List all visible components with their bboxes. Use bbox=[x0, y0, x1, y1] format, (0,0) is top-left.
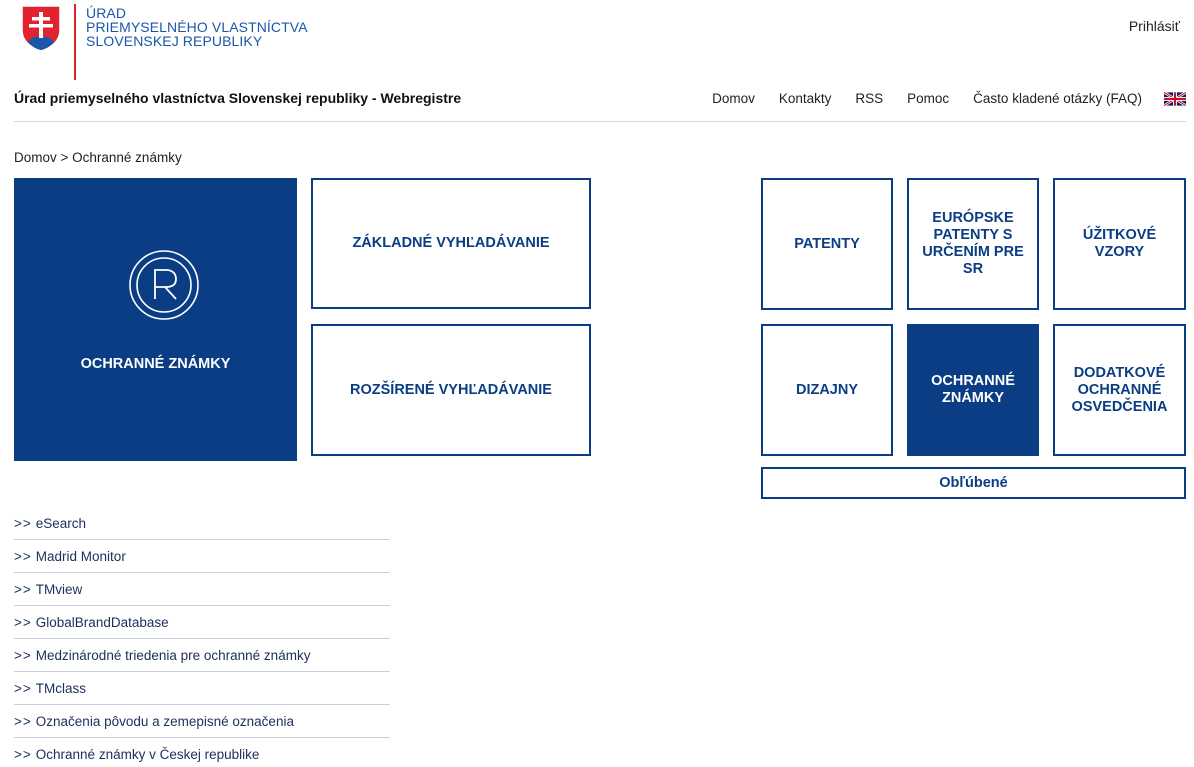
link-international-classification[interactable]: >> Medzinárodné triedenia pre ochranné zn… bbox=[14, 639, 390, 672]
logo-text: ÚRAD PRIEMYSELNÉHO VLASTNÍCTVA SLOVENSKE… bbox=[86, 6, 308, 48]
link-label[interactable]: Medzinárodné triedenia pre ochranné znám… bbox=[36, 648, 311, 663]
external-links-list: >> eSearch >> Madrid Monitor >> TMview >> Gl… bbox=[14, 507, 390, 767]
logo-divider bbox=[74, 4, 76, 80]
site-title: Úrad priemyselného vlastníctva Slovenske… bbox=[14, 90, 462, 106]
link-arrow: >> bbox=[14, 747, 32, 762]
link-arrow: >> bbox=[14, 647, 32, 663]
link-arrow: >> bbox=[14, 548, 32, 564]
nav-faq[interactable]: Často kladené otázky (FAQ) bbox=[973, 91, 1142, 106]
patents-tile[interactable]: PATENTY bbox=[761, 178, 893, 310]
trademarks-tile[interactable]: OCHRANNÉ ZNÁMKY bbox=[907, 324, 1039, 456]
link-global-brand-database[interactable]: >> GlobalBrandDatabase bbox=[14, 606, 390, 639]
link-arrow: >> bbox=[14, 515, 32, 531]
login-link[interactable]: Prihlásiť bbox=[1129, 18, 1180, 34]
uk-flag-icon[interactable] bbox=[1164, 91, 1186, 106]
breadcrumb: Domov > Ochranné známky bbox=[14, 150, 182, 165]
link-label[interactable]: eSearch bbox=[36, 516, 86, 531]
nav-contacts[interactable]: Kontakty bbox=[779, 91, 832, 106]
designs-tile[interactable]: DIZAJNY bbox=[761, 324, 893, 456]
link-czech-trademarks[interactable]: >> Ochranné známky v Českej republike bbox=[14, 738, 390, 767]
link-tmview[interactable]: >> TMview bbox=[14, 573, 390, 606]
utility-models-tile[interactable]: ÚŽITKOVÉ VZORY bbox=[1053, 178, 1186, 310]
spc-tile[interactable]: DODATKOVÉ OCHRANNÉ OSVEDČENIA bbox=[1053, 324, 1186, 456]
link-arrow: >> bbox=[14, 680, 32, 696]
link-label[interactable]: TMclass bbox=[36, 681, 86, 696]
basic-search-tile[interactable]: ZÁKLADNÉ VYHĽADÁVANIE bbox=[311, 178, 591, 309]
coat-of-arms-icon bbox=[21, 5, 61, 52]
european-patents-tile[interactable]: EURÓPSKE PATENTY S URČENÍM PRE SR bbox=[907, 178, 1039, 310]
link-madrid-monitor[interactable]: >> Madrid Monitor bbox=[14, 540, 390, 573]
link-geographical-indications[interactable]: >> Označenia pôvodu a zemepisné označenia bbox=[14, 705, 390, 738]
link-label[interactable]: Ochranné známky v Českej republike bbox=[36, 747, 260, 762]
section-title: OCHRANNÉ ZNÁMKY bbox=[80, 356, 231, 372]
link-label[interactable]: GlobalBrandDatabase bbox=[36, 615, 169, 630]
link-label[interactable]: Madrid Monitor bbox=[36, 549, 126, 564]
link-arrow: >> bbox=[14, 614, 32, 630]
link-tmclass[interactable]: >> TMclass bbox=[14, 672, 390, 705]
link-arrow: >> bbox=[14, 713, 32, 729]
site-logo[interactable]: ÚRAD PRIEMYSELNÉHO VLASTNÍCTVA SLOVENSKE… bbox=[20, 4, 308, 80]
top-nav: Domov Kontakty RSS Pomoc Často kladené o… bbox=[712, 91, 1186, 106]
link-esearch[interactable]: >> eSearch bbox=[14, 507, 390, 540]
link-label[interactable]: TMview bbox=[36, 582, 83, 597]
logo-line-2: PRIEMYSELNÉHO VLASTNÍCTVA bbox=[86, 19, 308, 35]
nav-rss[interactable]: RSS bbox=[855, 91, 883, 106]
nav-home[interactable]: Domov bbox=[712, 91, 755, 106]
nav-help[interactable]: Pomoc bbox=[907, 91, 949, 106]
link-arrow: >> bbox=[14, 581, 32, 597]
title-bar: Úrad priemyselného vlastníctva Slovenske… bbox=[14, 88, 1186, 122]
link-label[interactable]: Označenia pôvodu a zemepisné označenia bbox=[36, 714, 294, 729]
registered-trademark-icon bbox=[129, 250, 199, 320]
trademarks-section-tile: OCHRANNÉ ZNÁMKY bbox=[14, 178, 297, 461]
logo-line-3: SLOVENSKEJ REPUBLIKY bbox=[86, 33, 263, 49]
logo-line-1: ÚRAD bbox=[86, 5, 127, 21]
favorites-button[interactable]: Obľúbené bbox=[761, 467, 1186, 499]
advanced-search-tile[interactable]: ROZŠÍRENÉ VYHĽADÁVANIE bbox=[311, 324, 591, 456]
